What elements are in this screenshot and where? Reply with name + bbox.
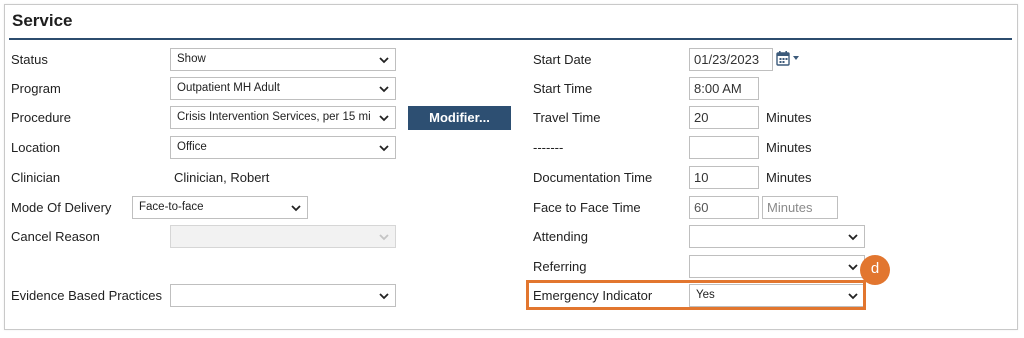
modifier-button[interactable]: Modifier...: [408, 106, 511, 130]
chevron-down-icon: [379, 115, 389, 122]
dashes-unit: Minutes: [766, 140, 812, 155]
chevron-down-icon: [291, 205, 301, 212]
calendar-icon[interactable]: [776, 50, 804, 68]
procedure-label: Procedure: [11, 110, 71, 125]
procedure-select[interactable]: Crisis Intervention Services, per 15 mi: [170, 106, 396, 129]
chevron-down-icon: [379, 86, 389, 93]
travel-time-label: Travel Time: [533, 110, 601, 125]
chevron-down-icon: [379, 145, 389, 152]
mode-of-delivery-value: Face-to-face: [139, 201, 204, 213]
clinician-label: Clinician: [11, 170, 61, 185]
procedure-value: Crisis Intervention Services, per 15 mi: [177, 111, 371, 123]
face-to-face-time-input[interactable]: 60: [689, 196, 759, 219]
documentation-time-label: Documentation Time: [533, 170, 653, 185]
status-select[interactable]: Show: [170, 48, 396, 71]
start-date-input[interactable]: 01/23/2023: [689, 48, 773, 71]
referring-label: Referring: [533, 259, 587, 274]
chevron-down-icon: [379, 57, 389, 64]
referring-select[interactable]: [689, 255, 865, 278]
chevron-down-icon: [379, 293, 389, 300]
location-value: Office: [177, 141, 207, 153]
evidence-based-practices-select[interactable]: [170, 284, 396, 307]
start-time-input[interactable]: 8:00 AM: [689, 77, 759, 100]
emergency-indicator-highlight: [526, 280, 866, 310]
chevron-down-icon: [848, 264, 858, 271]
start-date-label: Start Date: [533, 52, 592, 67]
title-divider: [9, 38, 1012, 40]
evidence-based-practices-label: Evidence Based Practices: [11, 288, 163, 303]
location-select[interactable]: Office: [170, 136, 396, 159]
callout-badge: d: [860, 255, 890, 285]
status-value: Show: [177, 53, 206, 65]
chevron-down-icon: [379, 234, 389, 241]
chevron-down-icon: [848, 234, 858, 241]
travel-time-unit: Minutes: [766, 110, 812, 125]
travel-time-input[interactable]: 20: [689, 106, 759, 129]
documentation-time-input[interactable]: 10: [689, 166, 759, 189]
dashes-input[interactable]: [689, 136, 759, 159]
dashes-label: -------: [533, 140, 564, 155]
program-value: Outpatient MH Adult: [177, 82, 280, 94]
cancel-reason-select[interactable]: [170, 225, 396, 248]
section-title: Service: [12, 11, 73, 30]
attending-select[interactable]: [689, 225, 865, 248]
start-time-label: Start Time: [533, 81, 593, 96]
mode-of-delivery-select[interactable]: Face-to-face: [132, 196, 308, 219]
mode-of-delivery-label: Mode Of Delivery: [11, 200, 112, 215]
clinician-value: Clinician, Robert: [174, 170, 270, 185]
documentation-time-unit: Minutes: [766, 170, 812, 185]
face-to-face-time-label: Face to Face Time: [533, 200, 641, 215]
program-label: Program: [11, 81, 61, 96]
program-select[interactable]: Outpatient MH Adult: [170, 77, 396, 100]
location-label: Location: [11, 140, 61, 155]
face-to-face-unit-field[interactable]: Minutes: [762, 196, 838, 219]
cancel-reason-label: Cancel Reason: [11, 229, 100, 244]
attending-label: Attending: [533, 229, 588, 244]
status-label: Status: [11, 52, 48, 67]
